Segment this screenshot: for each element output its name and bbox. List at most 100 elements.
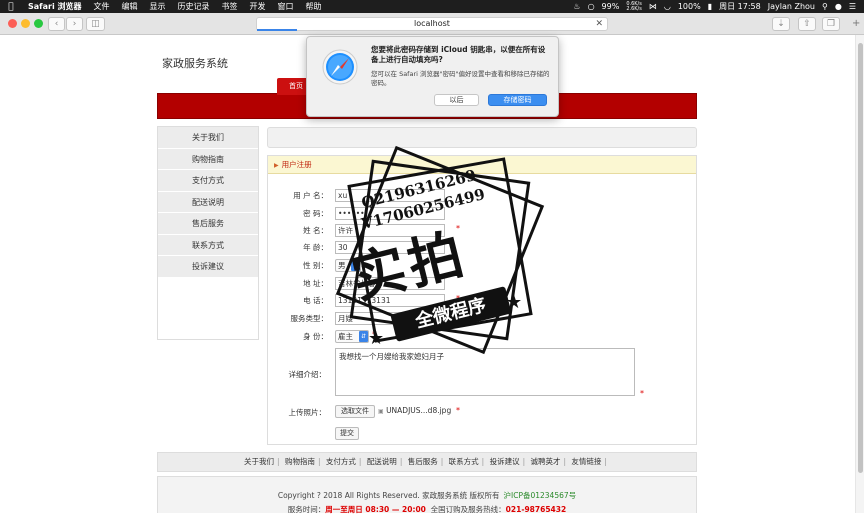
menu-file[interactable]: 文件 — [88, 1, 116, 12]
notification-center-icon[interactable]: ☰ — [849, 2, 856, 11]
phone-input[interactable]: 13131313131 — [335, 294, 445, 307]
footer-link-payment[interactable]: 支付方式 — [326, 457, 356, 466]
gender-select[interactable]: 男 ⇵ — [335, 259, 361, 272]
tabs-overview-button[interactable]: ❐ — [822, 17, 840, 31]
left-nav-contact[interactable]: 联系方式 — [158, 234, 258, 256]
form-header: ▶ 用户注册 — [268, 156, 696, 174]
share-button[interactable]: ⇧ — [798, 17, 816, 31]
required-mark: * — [456, 294, 460, 303]
label-identity: 身 份： — [303, 332, 328, 341]
label-detail: 详细介绍： — [288, 370, 327, 379]
label-address: 地 址： — [303, 279, 328, 288]
menu-develop[interactable]: 开发 — [244, 1, 272, 12]
left-nav-delivery[interactable]: 配送说明 — [158, 191, 258, 213]
age-input[interactable]: 30 — [335, 241, 445, 254]
username-input[interactable]: xu — [335, 189, 445, 202]
user-name[interactable]: Jaylan Zhou — [768, 2, 815, 11]
browser-toolbar: ‹ › ◫ localhost ✕ ⇣ ⇧ ❐ + — [0, 13, 864, 35]
menu-window[interactable]: 窗口 — [272, 1, 300, 12]
service-type-input[interactable]: 月嫂 — [335, 312, 445, 325]
keychain-dialog: 您要将此密码存储到 iCloud 钥匙串，以便在所有设备上进行自动填充吗? 您可… — [306, 36, 559, 117]
wechat-icon[interactable]: ○ — [588, 2, 595, 11]
password-input[interactable]: •••••• — [335, 207, 445, 220]
row-name: 姓 名： 许许 * — [268, 224, 698, 238]
left-nav: 关于我们 购物指南 支付方式 配送说明 售后服务 联系方式 投诉建议 — [157, 126, 259, 340]
footer-link-after-sales[interactable]: 售后服务 — [408, 457, 438, 466]
left-nav-payment[interactable]: 支付方式 — [158, 170, 258, 192]
address-bar[interactable]: localhost ✕ — [256, 17, 608, 31]
submit-button[interactable]: 提交 — [335, 427, 359, 440]
row-age: 年 龄： 30 — [268, 241, 698, 255]
name-input[interactable]: 许许 — [335, 224, 445, 237]
bluetooth-icon[interactable]: ⋈ — [649, 2, 657, 11]
footer-link-about[interactable]: 关于我们 — [244, 457, 274, 466]
required-mark: * — [372, 330, 376, 339]
scrollbar-thumb[interactable] — [858, 43, 863, 473]
share-icon: ⇧ — [803, 19, 811, 29]
identity-select[interactable]: 雇主 ⇵ — [335, 330, 369, 343]
footer-info: Copyright ? 2018 All Rights Reserved. 家政… — [157, 476, 697, 515]
file-name-text: UNADJUS...d8.jpg — [386, 406, 452, 415]
new-tab-icon[interactable]: + — [852, 18, 860, 29]
site-title: 家政服务系统 — [162, 57, 228, 70]
back-button[interactable]: ‹ — [48, 17, 65, 31]
address-input[interactable]: 吉林省长春市 — [335, 277, 445, 290]
icp-link[interactable]: 沪ICP备01234567号 — [504, 491, 577, 500]
copyright-text: Copyright ? 2018 All Rights Reserved. 家政… — [277, 491, 500, 500]
battery-icon[interactable]: ▮ — [708, 2, 712, 11]
page-scrollbar[interactable] — [855, 35, 864, 513]
footer-link-contact[interactable]: 联系方式 — [449, 457, 479, 466]
menu-bookmarks[interactable]: 书签 — [216, 1, 244, 12]
footer-link-jobs[interactable]: 诚聘英才 — [531, 457, 561, 466]
footer-link-delivery[interactable]: 配送说明 — [367, 457, 397, 466]
net-down: 2.6K/s — [626, 5, 642, 12]
minimize-window-icon[interactable] — [21, 19, 30, 28]
footer-link-friends[interactable]: 友情链接 — [571, 457, 601, 466]
battery-percent: 99% — [601, 2, 620, 11]
footer-link-complaints[interactable]: 投诉建议 — [490, 457, 520, 466]
gender-value: 男 — [338, 261, 346, 270]
clock[interactable]: 周日 17:58 — [719, 1, 761, 12]
menu-history[interactable]: 历史记录 — [172, 1, 216, 12]
choose-file-button[interactable]: 选取文件 — [335, 405, 375, 418]
row-username: 用 户 名： xu — [268, 189, 698, 203]
service-line: 服务时间：周一至周日 08:30 — 20:00 全国订购及服务热线：021-9… — [158, 504, 696, 515]
left-nav-after-sales[interactable]: 售后服务 — [158, 213, 258, 235]
left-nav-about[interactable]: 关于我们 — [158, 127, 258, 149]
detail-textarea[interactable]: 我想找一个月嫂给我家媳妇月子 — [335, 348, 635, 396]
dialog-body: 您可以在 Safari 浏览器"密码"偏好设置中查看和移除已存储的密码。 — [371, 70, 550, 87]
chevron-left-icon: ‹ — [54, 19, 59, 29]
tabs-icon: ❐ — [826, 19, 836, 29]
wifi-icon[interactable]: ◡ — [664, 2, 671, 11]
label-age: 年 龄： — [303, 243, 328, 252]
label-name: 姓 名： — [303, 226, 328, 235]
close-window-icon[interactable] — [8, 19, 17, 28]
footer-link-shopping-guide[interactable]: 购物指南 — [285, 457, 315, 466]
spotlight-icon[interactable]: ⚲ — [822, 2, 828, 11]
label-photo: 上传照片： — [288, 408, 327, 417]
identity-value: 雇主 — [338, 332, 353, 341]
menu-edit[interactable]: 编辑 — [116, 1, 144, 12]
label-username: 用 户 名： — [293, 191, 328, 200]
menu-app-name[interactable]: Safari 浏览器 — [22, 1, 88, 12]
siri-icon[interactable]: ● — [835, 2, 842, 11]
bell-icon[interactable]: ♨ — [573, 2, 580, 11]
menu-help[interactable]: 帮助 — [300, 1, 328, 12]
forward-button[interactable]: › — [66, 17, 83, 31]
stop-loading-icon[interactable]: ✕ — [595, 18, 603, 30]
later-button[interactable]: 以后 — [434, 94, 479, 106]
label-service-type: 服务类型： — [290, 314, 329, 323]
sidebar-toggle-button[interactable]: ◫ — [86, 17, 105, 31]
zoom-window-icon[interactable] — [34, 19, 43, 28]
row-gender: 性 别： 男 ⇵ — [268, 259, 698, 273]
safari-compass-icon — [322, 49, 358, 85]
label-password: 密 码： — [303, 209, 328, 218]
save-password-button[interactable]: 存储密码 — [488, 94, 547, 106]
menu-view[interactable]: 显示 — [144, 1, 172, 12]
left-nav-shopping-guide[interactable]: 购物指南 — [158, 148, 258, 170]
triangle-right-icon: ▶ — [274, 162, 279, 169]
file-name: ▣ UNADJUS...d8.jpg — [378, 406, 451, 415]
left-nav-complaints[interactable]: 投诉建议 — [158, 256, 258, 278]
downloads-button[interactable]: ⇣ — [772, 17, 790, 31]
apple-menu-icon[interactable]:  — [0, 2, 22, 12]
